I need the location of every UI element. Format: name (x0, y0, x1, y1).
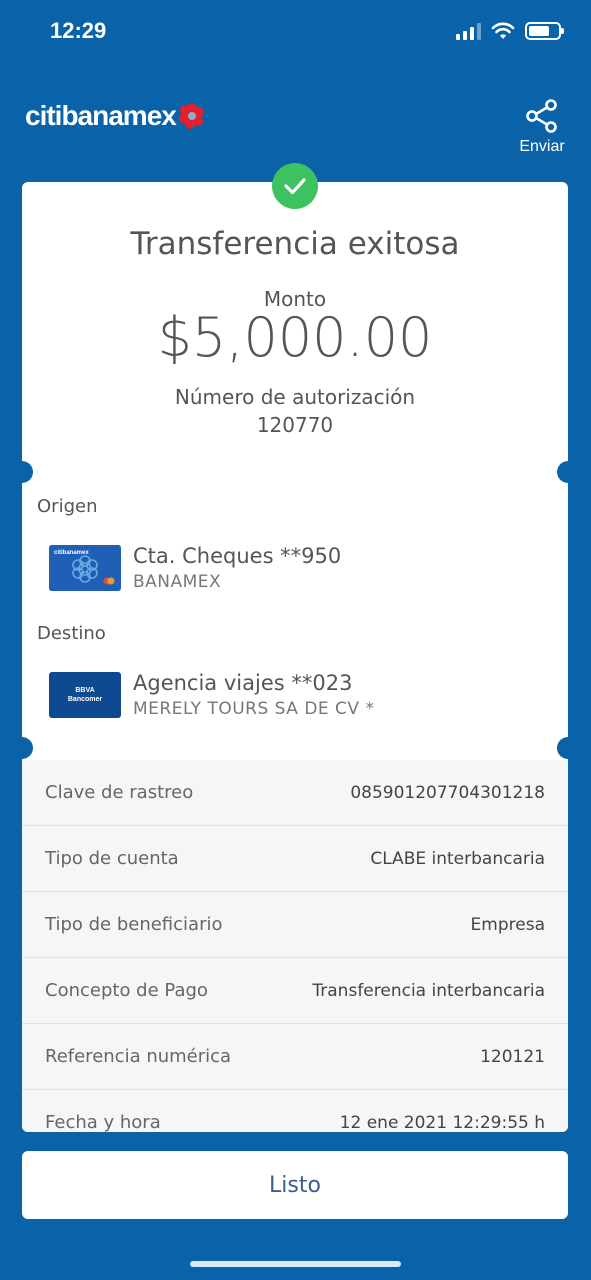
citibanamex-card-image: citibanamex (49, 545, 121, 591)
destination-section-label: Destino (37, 623, 106, 644)
origin-section-label: Origen (37, 496, 98, 517)
detail-row-fecha-hora: Fecha y hora 12 ene 2021 12:29:55 h (22, 1090, 568, 1132)
ticket-notch-left-bottom (11, 737, 33, 759)
status-time: 12:29 (50, 18, 107, 43)
battery-icon (525, 22, 564, 40)
detail-row-concepto-pago: Concepto de Pago Transferencia interbanc… (22, 958, 568, 1024)
detail-row-referencia-numerica: Referencia numérica 120121 (22, 1024, 568, 1090)
bbva-bancomer-logo: BBVA Bancomer (49, 672, 121, 718)
authorization-label: Número de autorización (174, 385, 416, 409)
destination-account: BBVA Bancomer Agencia viajes **023 MEREL… (49, 671, 374, 719)
origin-account: citibanamex Cta. Cheques **950 BANAMEX (49, 544, 341, 592)
destination-beneficiary: MERELY TOURS SA DE CV * (133, 699, 375, 719)
receipt-card: Transferencia exitosa Monto $5,000.00 Nú… (22, 182, 568, 1132)
receipt-title: Transferencia exitosa (130, 226, 460, 262)
detail-row-tipo-beneficiario: Tipo de beneficiario Empresa (22, 892, 568, 958)
cellular-signal-icon (456, 22, 481, 40)
done-button[interactable]: Listo (22, 1151, 568, 1219)
ticket-notch-right-top (557, 461, 579, 483)
ticket-notch-right-bottom (557, 737, 579, 759)
authorization-number: 120770 (256, 413, 334, 437)
share-icon (526, 99, 557, 133)
amount-value: $5,000.00 (157, 306, 433, 369)
destination-account-name: Agencia viajes **023 (133, 671, 353, 695)
detail-row-tipo-cuenta: Tipo de cuenta CLABE interbancaria (22, 826, 568, 892)
status-bar: 12:29 (0, 0, 591, 64)
home-indicator[interactable] (190, 1261, 401, 1267)
banamex-flower-icon (178, 103, 204, 129)
details-list: Clave de rastreo 085901207704301218 Tipo… (22, 760, 568, 1132)
share-button[interactable]: Enviar (515, 98, 569, 156)
logo-text: citibanamex (25, 100, 177, 131)
wifi-icon (491, 22, 515, 39)
detail-row-clave-rastreo: Clave de rastreo 085901207704301218 (22, 760, 568, 826)
citibanamex-logo: citibanamex (25, 100, 206, 132)
share-label: Enviar (519, 138, 565, 155)
origin-account-name: Cta. Cheques **950 (133, 544, 342, 568)
ticket-notch-left-top (11, 461, 33, 483)
svg-text:citibanamex: citibanamex (54, 550, 89, 556)
origin-bank-name: BANAMEX (133, 572, 222, 592)
status-icons (456, 22, 564, 40)
success-check-icon (272, 163, 318, 209)
